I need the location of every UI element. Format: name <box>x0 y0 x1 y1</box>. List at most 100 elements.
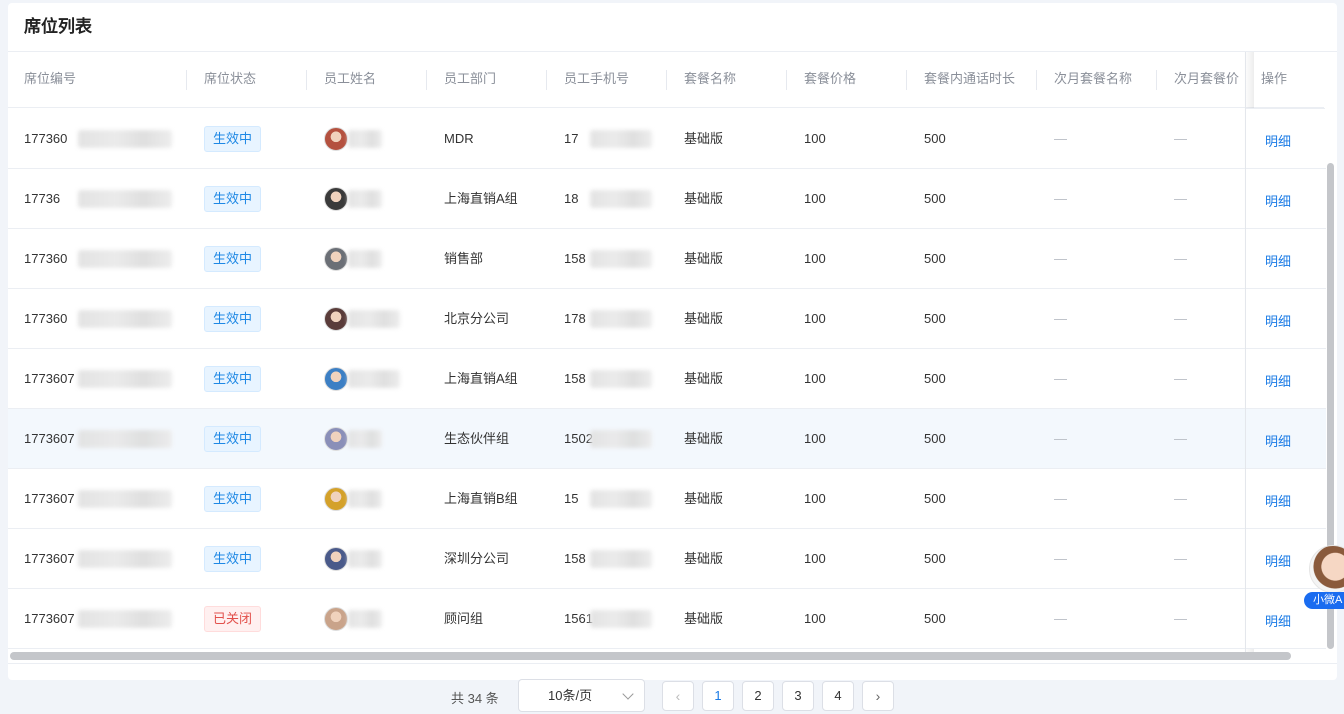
column-header-seat-no: 席位编号 <box>24 71 77 86</box>
status-badge: 生效中 <box>204 246 262 272</box>
plan-name-cell: 基础版 <box>684 131 724 146</box>
redacted-employee-name <box>348 430 382 448</box>
detail-link[interactable]: 明细 <box>1265 311 1291 330</box>
detail-link[interactable]: 明细 <box>1265 251 1291 270</box>
next-plan-price-cell: — <box>1174 131 1187 146</box>
detail-link[interactable]: 明细 <box>1265 611 1291 630</box>
redacted-seat-number <box>78 130 172 148</box>
column-header-price: 套餐价格 <box>804 71 857 86</box>
next-plan-price-cell: — <box>1174 191 1187 206</box>
redacted-phone <box>590 490 652 508</box>
seat-number-cell: 177360 <box>24 131 68 146</box>
column-resize-handle[interactable] <box>306 70 307 90</box>
table-header: 席位编号 席位状态 员工姓名 员工部门 员工手机号 套餐名称 套餐价格 套餐内通话时长 次月套餐… <box>8 52 1324 108</box>
plan-price-cell: 100 <box>804 491 826 506</box>
phone-cell: 178 <box>564 311 586 326</box>
detail-link[interactable]: 明细 <box>1265 371 1291 390</box>
column-header-next-price: 次月套餐价 <box>1174 71 1240 86</box>
action-cell: 明细 <box>1246 409 1326 469</box>
redacted-employee-name <box>348 310 400 328</box>
redacted-employee-name <box>348 190 382 208</box>
redacted-employee-name <box>348 130 382 148</box>
column-resize-handle[interactable] <box>186 70 187 90</box>
status-badge: 生效中 <box>204 546 262 572</box>
column-resize-handle[interactable] <box>906 70 907 90</box>
status-badge: 已关闭 <box>204 606 262 632</box>
plan-price-cell: 100 <box>804 251 826 266</box>
table-row[interactable]: 1773607 生效中 上海直销B组 15 基础版 100 500 — — <box>8 469 1324 529</box>
page-size-select[interactable]: 10条/页 <box>518 679 645 712</box>
column-resize-handle[interactable] <box>546 70 547 90</box>
talk-minutes-cell: 500 <box>924 131 946 146</box>
next-plan-price-cell: — <box>1174 611 1187 626</box>
column-header-next-plan: 次月套餐名称 <box>1054 71 1133 86</box>
column-resize-handle[interactable] <box>426 70 427 90</box>
detail-link[interactable]: 明细 <box>1265 491 1291 510</box>
table-row[interactable]: 177360 生效中 北京分公司 178 基础版 100 500 — — <box>8 289 1324 349</box>
next-plan-price-cell: — <box>1174 491 1187 506</box>
status-badge: 生效中 <box>204 126 262 152</box>
column-resize-handle[interactable] <box>1036 70 1037 90</box>
assistant-avatar-icon[interactable] <box>1309 545 1344 593</box>
page-button-1[interactable]: 1 <box>702 681 734 711</box>
detail-link[interactable]: 明细 <box>1265 551 1291 570</box>
phone-cell: 17 <box>564 131 579 146</box>
department-cell: 北京分公司 <box>444 311 510 326</box>
redacted-seat-number <box>78 310 172 328</box>
page-size-value: 10条/页 <box>548 688 593 703</box>
table-row[interactable]: 17736 生效中 上海直销A组 18 基础版 100 500 — — <box>8 169 1324 229</box>
page-button-4[interactable]: 4 <box>822 681 854 711</box>
redacted-employee-name <box>348 550 382 568</box>
table-row[interactable]: 177360 生效中 MDR 17 基础版 100 500 — — <box>8 109 1324 169</box>
talk-minutes-cell: 500 <box>924 191 946 206</box>
plan-name-cell: 基础版 <box>684 431 724 446</box>
assistant-label[interactable]: 小微A <box>1304 592 1344 609</box>
plan-price-cell: 100 <box>804 131 826 146</box>
page-title: 席位列表 <box>24 17 92 36</box>
plan-price-cell: 100 <box>804 371 826 386</box>
seat-number-cell: 1773607 <box>24 551 75 566</box>
table-row[interactable]: 1773607 生效中 深圳分公司 158 基础版 100 500 — — <box>8 529 1324 589</box>
column-resize-handle[interactable] <box>786 70 787 90</box>
redacted-phone <box>590 130 652 148</box>
page-button-3[interactable]: 3 <box>782 681 814 711</box>
action-cell: 明细 <box>1246 469 1326 529</box>
column-resize-handle[interactable] <box>1156 70 1157 90</box>
department-cell: 上海直销A组 <box>444 191 518 206</box>
next-page-button[interactable]: › <box>862 681 894 711</box>
seat-list-card: 席位列表 席位编号 席位状态 员工姓名 员工部门 员工手机号 套餐名称 套餐价格 套餐内通话时… <box>8 3 1337 680</box>
redacted-seat-number <box>78 250 172 268</box>
next-plan-price-cell: — <box>1174 431 1187 446</box>
detail-link[interactable]: 明细 <box>1265 431 1291 450</box>
next-plan-name-cell: — <box>1054 551 1067 566</box>
redacted-employee-name <box>348 250 382 268</box>
plan-name-cell: 基础版 <box>684 611 724 626</box>
department-cell: 上海直销B组 <box>444 491 518 506</box>
page-button-2[interactable]: 2 <box>742 681 774 711</box>
redacted-phone <box>590 550 652 568</box>
horizontal-scrollbar[interactable] <box>10 652 1291 660</box>
department-cell: 上海直销A组 <box>444 371 518 386</box>
table-row[interactable]: 1773607 生效中 生态伙伴组 1502 基础版 100 500 — — <box>8 409 1324 469</box>
assistant-widget[interactable]: 小微A <box>1304 545 1344 610</box>
table-row[interactable]: 1773607 已关闭 顾问组 1561 基础版 100 500 — — <box>8 589 1324 649</box>
prev-page-button[interactable]: ‹ <box>662 681 694 711</box>
redacted-phone <box>590 430 652 448</box>
column-header-plan: 套餐名称 <box>684 71 737 86</box>
status-badge: 生效中 <box>204 366 262 392</box>
next-plan-name-cell: — <box>1054 311 1067 326</box>
detail-link[interactable]: 明细 <box>1265 131 1291 150</box>
avatar <box>324 247 348 271</box>
phone-cell: 158 <box>564 371 586 386</box>
table-row[interactable]: 177360 生效中 销售部 158 基础版 100 500 — — <box>8 229 1324 289</box>
detail-link[interactable]: 明细 <box>1265 191 1291 210</box>
column-header-action: 操作 <box>1261 71 1288 86</box>
column-resize-handle[interactable] <box>666 70 667 90</box>
avatar <box>324 127 348 151</box>
phone-cell: 15 <box>564 491 579 506</box>
phone-cell: 158 <box>564 251 586 266</box>
table-row[interactable]: 1773607 生效中 上海直销A组 158 基础版 100 500 — — <box>8 349 1324 409</box>
phone-cell: 1561 <box>564 611 593 626</box>
redacted-seat-number <box>78 490 172 508</box>
department-cell: MDR <box>444 131 474 146</box>
